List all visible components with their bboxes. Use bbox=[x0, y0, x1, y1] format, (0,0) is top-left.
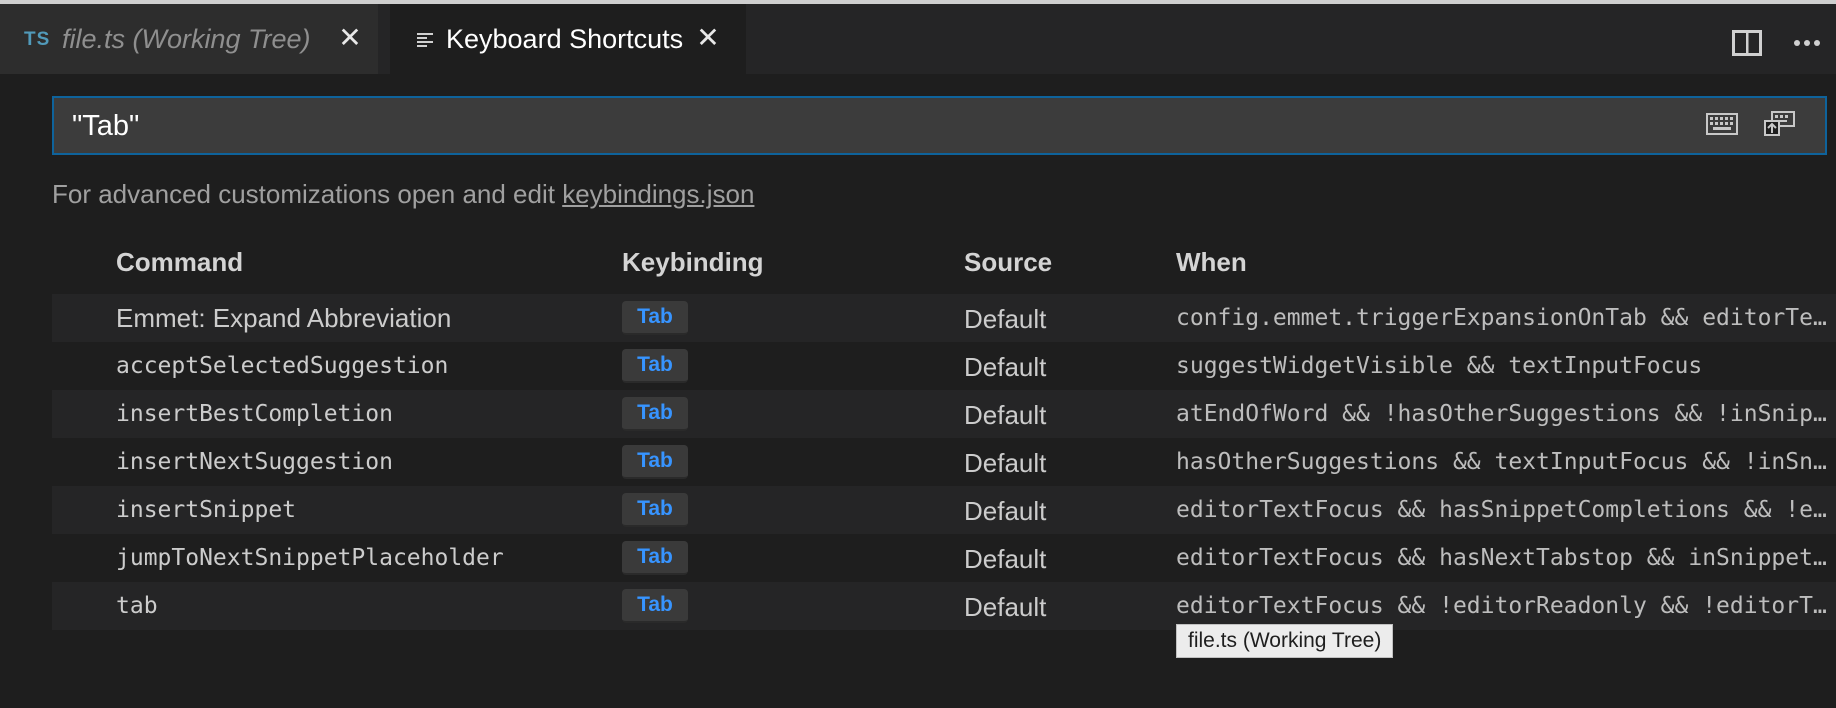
search-input[interactable] bbox=[72, 106, 1672, 146]
tab-file-ts[interactable]: TS file.ts (Working Tree) ✕ bbox=[0, 4, 378, 74]
when-cell: config.emmet.triggerExpansionOnTab && ed… bbox=[1176, 305, 1836, 331]
command-cell: Emmet: Expand Abbreviation bbox=[116, 303, 452, 333]
keybinding-badge[interactable]: Tab bbox=[622, 541, 688, 575]
table-row[interactable]: insertBestCompletion Tab Default atEndOf… bbox=[52, 390, 1836, 438]
source-cell: Default bbox=[964, 496, 1047, 526]
keyboard-shortcuts-icon bbox=[416, 32, 434, 53]
keybinding-badge[interactable]: Tab bbox=[622, 349, 688, 383]
when-cell: editorTextFocus && hasSnippetCompletions… bbox=[1176, 497, 1836, 523]
table-row[interactable]: insertNextSuggestion Tab Default hasOthe… bbox=[52, 438, 1836, 486]
header-keybinding[interactable]: Keybinding bbox=[622, 247, 764, 278]
keybinding-badge[interactable]: Tab bbox=[622, 397, 688, 431]
keybinding-badge[interactable]: Tab bbox=[622, 445, 688, 479]
source-cell: Default bbox=[964, 352, 1047, 382]
command-cell: tab bbox=[116, 593, 158, 619]
when-cell: hasOtherSuggestions && textInputFocus &&… bbox=[1176, 449, 1836, 475]
header-command[interactable]: Command bbox=[116, 247, 243, 278]
close-icon[interactable]: ✕ bbox=[696, 24, 720, 52]
tab-keyboard-shortcuts[interactable]: Keyboard Shortcuts ✕ bbox=[390, 4, 746, 74]
table-row[interactable]: jumpToNextSnippetPlaceholder Tab Default… bbox=[52, 534, 1836, 582]
tab-label: Keyboard Shortcuts bbox=[446, 24, 684, 54]
table-row[interactable]: Emmet: Expand Abbreviation Tab Default c… bbox=[52, 294, 1836, 342]
more-actions-icon[interactable] bbox=[1792, 30, 1822, 61]
command-cell: acceptSelectedSuggestion bbox=[116, 353, 449, 379]
hint-text: For advanced customizations open and edi… bbox=[52, 179, 563, 209]
close-icon[interactable]: ✕ bbox=[338, 24, 362, 52]
sort-by-precedence-icon[interactable] bbox=[1764, 111, 1796, 142]
source-cell: Default bbox=[964, 448, 1047, 478]
header-when[interactable]: When bbox=[1176, 247, 1247, 278]
source-cell: Default bbox=[964, 544, 1047, 574]
keybinding-badge[interactable]: Tab bbox=[622, 301, 688, 335]
source-cell: Default bbox=[964, 592, 1047, 622]
search-box bbox=[52, 96, 1827, 155]
keyboard-icon[interactable] bbox=[1706, 113, 1738, 140]
when-cell: atEndOfWord && !hasOtherSuggestions && !… bbox=[1176, 401, 1836, 427]
command-cell: insertBestCompletion bbox=[116, 401, 393, 427]
editor-tab-bar: TS file.ts (Working Tree) ✕ Keyboard Sho… bbox=[0, 4, 1836, 74]
tab-label: file.ts (Working Tree) bbox=[62, 24, 311, 54]
table-row[interactable]: tab Tab Default editorTextFocus && !edit… bbox=[52, 582, 1836, 630]
typescript-file-icon: TS bbox=[24, 29, 51, 50]
keybindings-json-link[interactable]: keybindings.json bbox=[562, 179, 754, 209]
command-cell: insertSnippet bbox=[116, 497, 297, 523]
header-source[interactable]: Source bbox=[964, 247, 1052, 278]
command-cell: jumpToNextSnippetPlaceholder bbox=[116, 545, 504, 571]
table-row[interactable]: insertSnippet Tab Default editorTextFocu… bbox=[52, 486, 1836, 534]
when-cell: editorTextFocus && hasNextTabstop && inS… bbox=[1176, 545, 1836, 571]
table-row[interactable]: acceptSelectedSuggestion Tab Default sug… bbox=[52, 342, 1836, 390]
keybinding-badge[interactable]: Tab bbox=[622, 589, 688, 623]
command-cell: insertNextSuggestion bbox=[116, 449, 393, 475]
when-cell: suggestWidgetVisible && textInputFocus bbox=[1176, 353, 1703, 379]
tab-tooltip: file.ts (Working Tree) bbox=[1176, 624, 1394, 658]
keybindings-table: Command Keybinding Source When Emmet: Ex… bbox=[52, 244, 1836, 630]
source-cell: Default bbox=[964, 400, 1047, 430]
table-header: Command Keybinding Source When bbox=[52, 244, 1836, 294]
when-cell: editorTextFocus && !editorReadonly && !e… bbox=[1176, 593, 1836, 619]
split-editor-icon[interactable] bbox=[1732, 30, 1762, 61]
customization-hint: For advanced customizations open and edi… bbox=[52, 179, 754, 210]
keybinding-badge[interactable]: Tab bbox=[622, 493, 688, 527]
source-cell: Default bbox=[964, 304, 1047, 334]
